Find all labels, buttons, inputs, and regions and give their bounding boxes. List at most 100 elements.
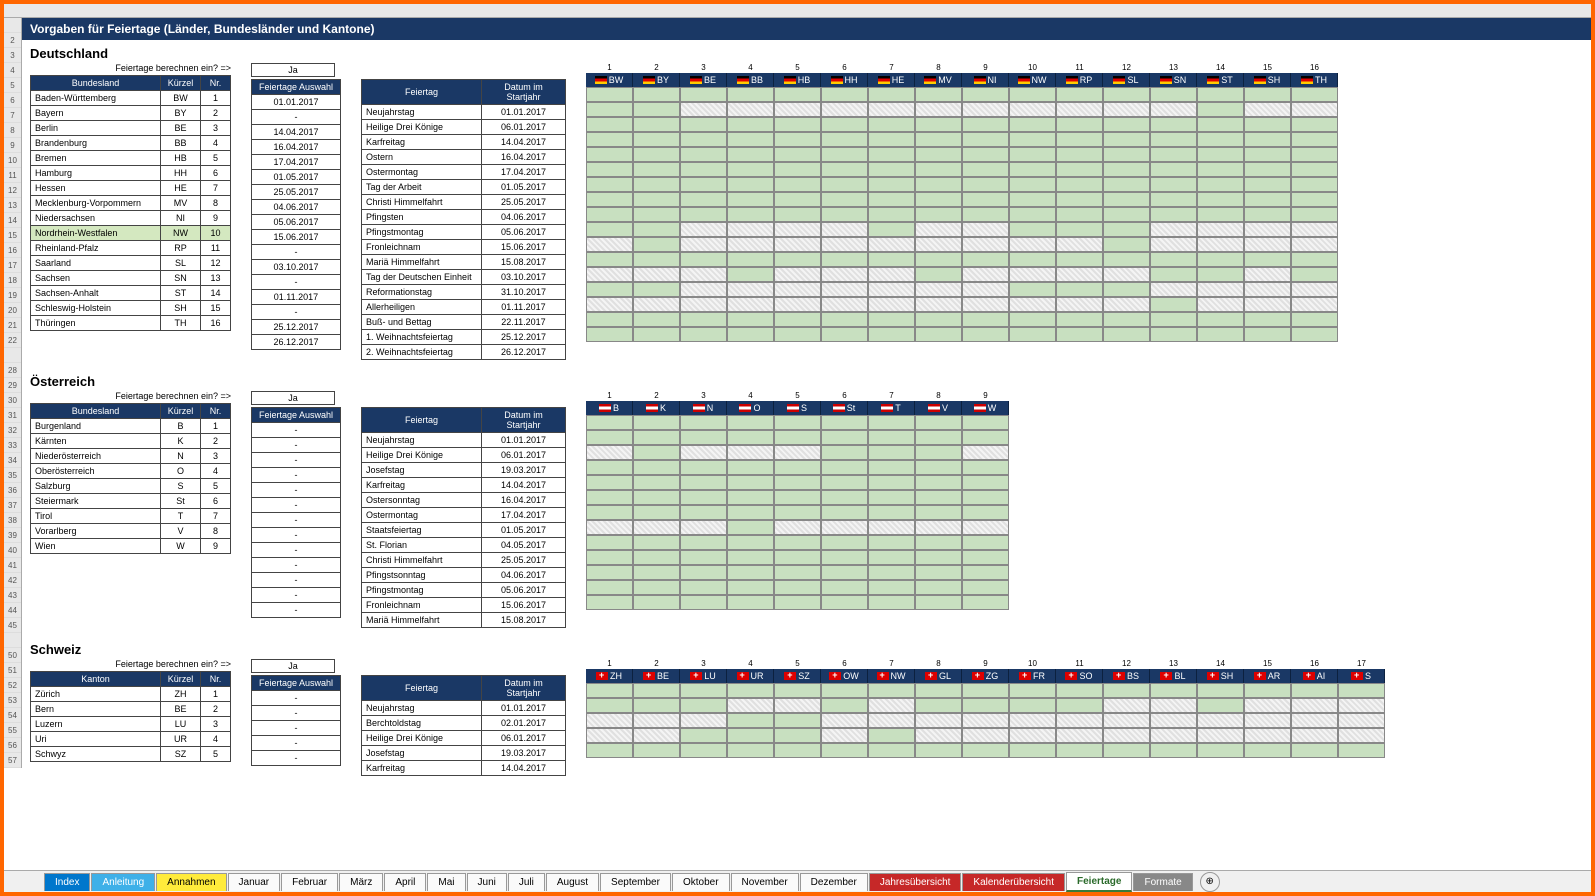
matrix-cell[interactable]	[586, 713, 633, 728]
sheet-tab-feiertage[interactable]: Feiertage	[1066, 872, 1132, 892]
matrix-cell[interactable]	[962, 117, 1009, 132]
matrix-cell[interactable]	[727, 460, 774, 475]
matrix-cell[interactable]	[633, 207, 680, 222]
matrix-cell[interactable]	[962, 102, 1009, 117]
table-row[interactable]: Sachsen-AnhaltST14	[31, 286, 231, 301]
matrix-cell[interactable]	[727, 102, 774, 117]
matrix-cell[interactable]	[1009, 312, 1056, 327]
matrix-cell[interactable]	[680, 683, 727, 698]
sheet-tab-märz[interactable]: März	[339, 873, 383, 891]
matrix-cell[interactable]	[1197, 147, 1244, 162]
table-row[interactable]: Rheinland-PfalzRP11	[31, 241, 231, 256]
matrix-cell[interactable]	[633, 252, 680, 267]
sheet-tab-september[interactable]: September	[600, 873, 671, 891]
matrix-cell[interactable]	[868, 565, 915, 580]
matrix-cell[interactable]	[962, 490, 1009, 505]
matrix-cell[interactable]	[1103, 207, 1150, 222]
table-kantone-ch[interactable]: Kanton Kürzel Nr. ZürichZH1BernBE2Luzern…	[30, 671, 231, 762]
matrix-cell[interactable]	[962, 550, 1009, 565]
matrix-cell[interactable]	[727, 132, 774, 147]
matrix-cell[interactable]	[680, 580, 727, 595]
matrix-cell[interactable]	[1291, 267, 1338, 282]
matrix-cell[interactable]	[915, 580, 962, 595]
sheet-tab-februar[interactable]: Februar	[281, 873, 338, 891]
matrix-cell[interactable]	[1150, 327, 1197, 342]
matrix-cell[interactable]	[633, 580, 680, 595]
matrix-cell[interactable]	[1103, 147, 1150, 162]
matrix-cell[interactable]	[915, 698, 962, 713]
table-row[interactable]: 25.05.2017	[252, 185, 341, 200]
matrix-cell[interactable]	[774, 698, 821, 713]
matrix-cell[interactable]	[1338, 728, 1385, 743]
matrix-cell[interactable]	[774, 327, 821, 342]
table-row[interactable]: Karfreitag14.04.2017	[362, 478, 566, 493]
table-row[interactable]: St. Florian04.05.2017	[362, 538, 566, 553]
matrix-cell[interactable]	[1197, 728, 1244, 743]
matrix-cell[interactable]	[1197, 162, 1244, 177]
matrix-cell[interactable]	[1056, 683, 1103, 698]
matrix-cell[interactable]	[821, 683, 868, 698]
matrix-cell[interactable]	[915, 565, 962, 580]
matrix-cell[interactable]	[1103, 713, 1150, 728]
table-row[interactable]: 01.11.2017	[252, 290, 341, 305]
matrix-cell[interactable]	[586, 728, 633, 743]
matrix-cell[interactable]	[586, 177, 633, 192]
matrix-cell[interactable]	[1150, 132, 1197, 147]
matrix-cell[interactable]	[1244, 683, 1291, 698]
matrix-cell[interactable]	[586, 297, 633, 312]
matrix-cell[interactable]	[1291, 207, 1338, 222]
matrix-cell[interactable]	[1291, 192, 1338, 207]
matrix-cell[interactable]	[915, 520, 962, 535]
matrix-cell[interactable]	[586, 430, 633, 445]
matrix-cell[interactable]	[727, 580, 774, 595]
matrix-cell[interactable]	[586, 565, 633, 580]
matrix-cell[interactable]	[821, 520, 868, 535]
matrix-cell[interactable]	[774, 222, 821, 237]
table-row[interactable]: -	[252, 438, 341, 453]
matrix-cell[interactable]	[1291, 237, 1338, 252]
matrix-cell[interactable]	[727, 743, 774, 758]
matrix-cell[interactable]	[821, 192, 868, 207]
matrix-cell[interactable]	[915, 683, 962, 698]
table-row[interactable]: -	[252, 110, 341, 125]
matrix-cell[interactable]	[727, 162, 774, 177]
matrix-cell[interactable]	[868, 312, 915, 327]
matrix-cell[interactable]	[727, 222, 774, 237]
matrix-cell[interactable]	[586, 207, 633, 222]
matrix-cell[interactable]	[1197, 87, 1244, 102]
matrix-cell[interactable]	[586, 222, 633, 237]
table-row[interactable]: BrandenburgBB4	[31, 136, 231, 151]
table-row[interactable]: Pfingstmontag05.06.2017	[362, 583, 566, 598]
matrix-cell[interactable]	[680, 237, 727, 252]
matrix-cell[interactable]	[1150, 162, 1197, 177]
sheet-tab-kalenderübersicht[interactable]: Kalenderübersicht	[962, 873, 1065, 891]
matrix-cell[interactable]	[1150, 267, 1197, 282]
matrix-cell[interactable]	[774, 520, 821, 535]
table-row[interactable]: Josefstag19.03.2017	[362, 463, 566, 478]
matrix-cell[interactable]	[727, 237, 774, 252]
table-row[interactable]: Ostern16.04.2017	[362, 150, 566, 165]
table-row[interactable]: Ostersonntag16.04.2017	[362, 493, 566, 508]
matrix-cell[interactable]	[1103, 282, 1150, 297]
matrix-cell[interactable]	[680, 728, 727, 743]
matrix-cell[interactable]	[915, 475, 962, 490]
matrix-cell[interactable]	[774, 683, 821, 698]
table-row[interactable]: 15.06.2017	[252, 230, 341, 245]
matrix-cell[interactable]	[915, 460, 962, 475]
matrix-cell[interactable]	[774, 162, 821, 177]
matrix-cell[interactable]	[1009, 162, 1056, 177]
table-auswahl-ch[interactable]: Feiertage Auswahl -----	[251, 675, 341, 766]
matrix-cell[interactable]	[1338, 713, 1385, 728]
matrix-cell[interactable]	[1150, 312, 1197, 327]
matrix-cell[interactable]	[680, 102, 727, 117]
table-row[interactable]: Heilige Drei Könige06.01.2017	[362, 120, 566, 135]
matrix-cell[interactable]	[821, 282, 868, 297]
matrix-cell[interactable]	[821, 132, 868, 147]
sheet-tab-formate[interactable]: Formate	[1133, 873, 1192, 891]
matrix-cell[interactable]	[1291, 683, 1338, 698]
table-row[interactable]: Tag der Deutschen Einheit03.10.2017	[362, 270, 566, 285]
table-row[interactable]: SachsenSN13	[31, 271, 231, 286]
matrix-cell[interactable]	[774, 207, 821, 222]
matrix-cell[interactable]	[868, 475, 915, 490]
matrix-cell[interactable]	[1244, 743, 1291, 758]
